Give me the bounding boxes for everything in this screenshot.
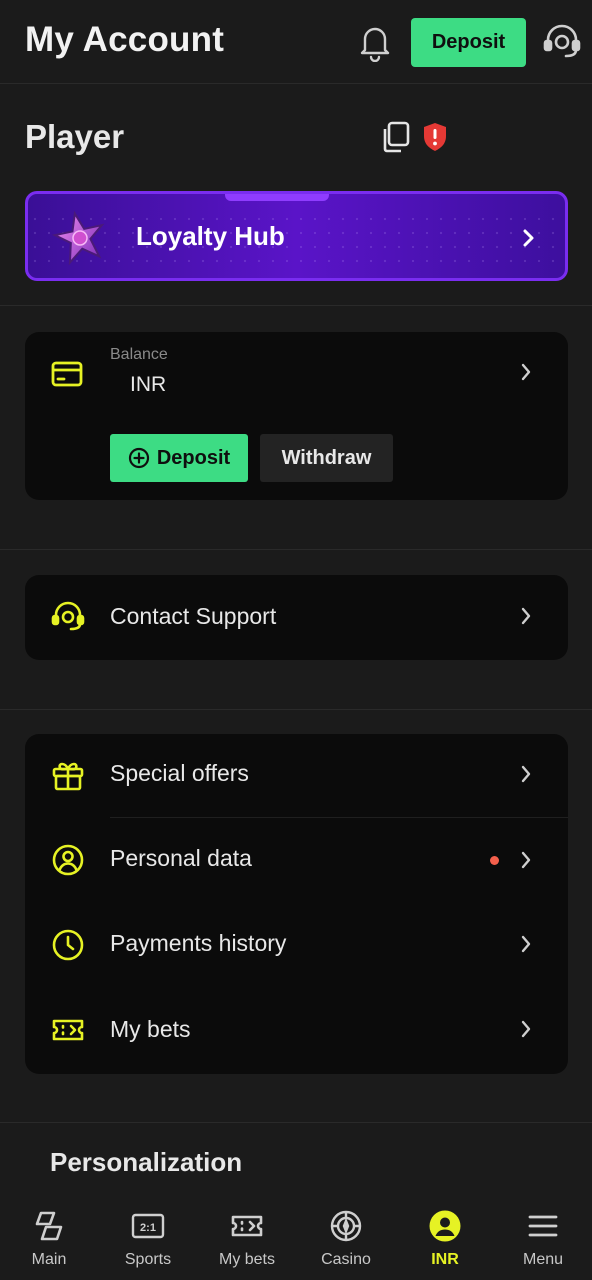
clock-icon xyxy=(52,929,84,961)
nav-item-my-bets[interactable]: My bets xyxy=(198,1196,296,1280)
nav-item-label: Sports xyxy=(124,1251,172,1268)
main-icon xyxy=(35,1211,63,1241)
copy-icon[interactable] xyxy=(380,120,412,154)
menu-item-payments-history[interactable]: Payments history xyxy=(25,903,568,988)
notification-dot xyxy=(490,856,499,865)
deposit-button-label: Deposit xyxy=(156,446,231,469)
nav-item-main[interactable]: Main xyxy=(0,1196,98,1280)
chevron-right-icon xyxy=(523,229,534,247)
nav-item-account[interactable]: INR xyxy=(396,1196,494,1280)
section-divider xyxy=(0,709,592,710)
bottom-navigation: Main 2:1 Sports My bets Casino INR Menu xyxy=(0,1196,592,1280)
account-menu-card: Special offers Personal data Payments hi… xyxy=(25,734,568,1074)
ticket-icon xyxy=(52,1019,84,1041)
menu-item-special-offers[interactable]: Special offers xyxy=(25,734,568,817)
nav-item-casino[interactable]: Casino xyxy=(297,1196,395,1280)
svg-text:2:1: 2:1 xyxy=(140,1222,156,1234)
loyalty-hub-banner[interactable]: Loyalty Hub xyxy=(25,191,568,281)
scoreboard-icon: 2:1 xyxy=(131,1213,165,1239)
menu-item-label: My bets xyxy=(110,1016,191,1042)
chevron-right-icon xyxy=(521,1020,531,1038)
nav-item-label: INR xyxy=(431,1251,459,1268)
contact-support-label: Contact Support xyxy=(110,603,277,629)
balance-card[interactable]: Balance INR Deposit Withdraw xyxy=(25,332,568,500)
nav-item-label: Casino xyxy=(321,1251,371,1268)
headset-icon[interactable] xyxy=(542,22,582,62)
star-icon xyxy=(52,210,105,266)
top-app-bar: My Account Deposit xyxy=(0,0,592,84)
balance-label: Balance xyxy=(110,346,168,363)
menu-item-personal-data[interactable]: Personal data xyxy=(25,818,568,903)
contact-support-row[interactable]: Contact Support xyxy=(25,575,568,660)
plus-circle-icon xyxy=(128,447,149,469)
loyalty-hub-label: Loyalty Hub xyxy=(136,221,285,251)
chevron-right-icon xyxy=(521,935,531,953)
ticket-icon xyxy=(231,1215,263,1237)
gift-icon xyxy=(52,762,84,791)
menu-item-my-bets[interactable]: My bets xyxy=(25,988,568,1074)
chevron-right-icon xyxy=(521,363,531,381)
nav-item-label: My bets xyxy=(218,1251,275,1268)
nav-item-label: Main xyxy=(31,1251,67,1268)
nav-item-menu[interactable]: Menu xyxy=(494,1196,592,1280)
chevron-right-icon xyxy=(521,765,531,783)
nav-item-label: Menu xyxy=(522,1251,564,1268)
deposit-button[interactable]: Deposit xyxy=(110,434,248,482)
section-divider xyxy=(0,549,592,550)
chip-icon xyxy=(330,1210,362,1242)
menu-item-label: Personal data xyxy=(110,845,252,871)
header-deposit-button[interactable]: Deposit xyxy=(411,18,526,67)
shield-alert-icon[interactable] xyxy=(422,122,448,152)
page-title: My Account xyxy=(25,20,225,59)
headset-icon xyxy=(51,601,85,631)
section-divider xyxy=(0,1122,592,1123)
withdraw-button[interactable]: Withdraw xyxy=(260,434,393,482)
user-circle-icon xyxy=(429,1210,461,1242)
personalization-heading: Personalization xyxy=(50,1147,243,1177)
bell-icon[interactable] xyxy=(358,22,392,62)
banner-pattern xyxy=(28,212,565,270)
chevron-right-icon xyxy=(521,851,531,869)
menu-icon xyxy=(528,1215,558,1237)
user-circle-icon xyxy=(52,844,84,876)
player-section: Player Loyalty Hub xyxy=(0,84,592,306)
player-name: Player xyxy=(25,118,125,155)
balance-currency: INR xyxy=(130,373,167,396)
banner-top-tab xyxy=(225,194,329,201)
wallet-card-icon xyxy=(51,361,83,387)
menu-item-label: Payments history xyxy=(110,930,287,956)
menu-item-label: Special offers xyxy=(110,760,249,786)
nav-item-sports[interactable]: 2:1 Sports xyxy=(99,1196,197,1280)
chevron-right-icon xyxy=(521,607,531,625)
